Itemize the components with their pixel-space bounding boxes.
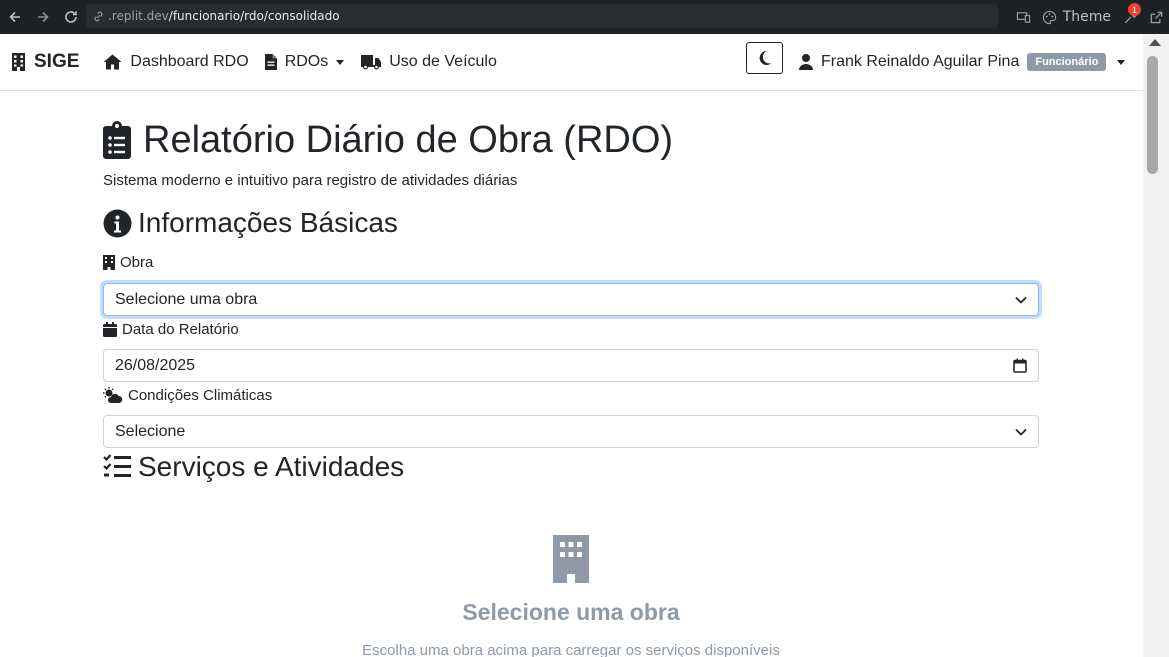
section-basic-info: Informações Básicas	[103, 206, 1039, 240]
list-check-icon	[103, 454, 131, 477]
palette-icon[interactable]	[1037, 0, 1063, 34]
browser-toolbar: .replit.dev/funcionario/rdo/consolidado …	[0, 0, 1169, 34]
empty-state-title: Selecione uma obra	[462, 599, 680, 625]
label-text: Condições Climáticas	[128, 386, 273, 404]
empty-state-text: Escolha uma obra acima para carregar os …	[362, 642, 780, 657]
section-services: Serviços e Atividades	[103, 451, 1039, 483]
climate-select-value: Selecione	[115, 422, 186, 440]
nav-uso-veiculo[interactable]: Uso de Veículo	[361, 53, 497, 71]
label-text: Data do Relatório	[122, 320, 239, 338]
page-title: Relatório Diário de Obra (RDO)	[103, 118, 1039, 162]
page-title-text: Relatório Diário de Obra (RDO)	[143, 118, 674, 161]
obra-select[interactable]: Selecione uma obra	[103, 283, 1039, 316]
nav-rdos-dropdown[interactable]: RDOs	[264, 53, 345, 71]
devices-icon[interactable]	[1011, 0, 1037, 34]
section-title-text: Informações Básicas	[138, 207, 398, 238]
obra-select-value: Selecione uma obra	[115, 290, 258, 308]
empty-state: Selecione uma obra Escolha uma obra acim…	[103, 535, 1039, 657]
url-host: .replit.dev	[108, 9, 169, 23]
home-icon	[103, 54, 122, 70]
caret-down-icon	[1117, 59, 1126, 65]
tools-icon[interactable]: 1	[1117, 0, 1143, 34]
url-path: /funcionario/rdo/consolidado	[168, 9, 340, 23]
date-input-value: 26/08/2025	[115, 356, 196, 374]
address-bar[interactable]: .replit.dev/funcionario/rdo/consolidado	[86, 4, 998, 28]
climate-select[interactable]: Selecione	[103, 415, 1039, 448]
building-icon	[553, 535, 589, 583]
section-title-text: Serviços e Atividades	[138, 451, 405, 482]
dark-mode-toggle[interactable]	[746, 42, 783, 74]
theme-button[interactable]: Theme	[1063, 9, 1111, 25]
scroll-up-arrow[interactable]	[1149, 39, 1161, 46]
user-icon	[799, 54, 813, 70]
nav-link-label: Dashboard RDO	[130, 53, 249, 70]
truck-icon	[361, 55, 382, 70]
brand-label: SIGE	[34, 51, 80, 72]
file-icon	[264, 54, 277, 70]
nav-dashboard-rdo[interactable]: Dashboard RDO	[103, 53, 249, 71]
climate-label: Condições Climáticas	[103, 386, 1039, 404]
role-badge: Funcionário	[1027, 53, 1107, 71]
obra-label: Obra	[103, 253, 1039, 271]
calendar-icon	[103, 321, 117, 337]
link-icon	[94, 11, 103, 21]
info-circle-icon	[103, 209, 132, 237]
chevron-down-icon	[1015, 428, 1027, 436]
notification-badge: 1	[1128, 3, 1141, 16]
date-input[interactable]: 26/08/2025	[103, 349, 1039, 382]
nav-link-label: Uso de Veículo	[389, 53, 497, 70]
scrollbar-thumb[interactable]	[1147, 56, 1158, 174]
building-icon	[12, 53, 25, 71]
caret-down-icon	[336, 59, 345, 65]
main-content: Relatório Diário de Obra (RDO) Sistema m…	[103, 91, 1039, 657]
forward-icon[interactable]	[30, 4, 56, 30]
clipboard-list-icon	[103, 121, 131, 159]
reload-icon[interactable]	[58, 4, 84, 30]
nav-link-label: RDOs	[284, 53, 329, 70]
date-label: Data do Relatório	[103, 320, 1039, 338]
open-external-icon[interactable]	[1143, 0, 1169, 34]
cloud-sun-icon	[103, 387, 123, 403]
page-subtitle: Sistema moderno e intuitivo para registr…	[103, 172, 518, 189]
building-icon	[103, 254, 115, 270]
back-icon[interactable]	[2, 4, 28, 30]
moon-icon	[759, 50, 771, 65]
label-text: Obra	[120, 253, 154, 271]
calendar-picker-icon[interactable]	[1013, 358, 1027, 373]
chevron-down-icon	[1015, 296, 1027, 304]
app-navbar: SIGE Dashboard RDO RDOs Uso de Veículo F…	[0, 34, 1143, 91]
page-scrollbar[interactable]	[1143, 34, 1169, 657]
user-name: Frank Reinaldo Aguilar Pina	[821, 53, 1020, 70]
user-menu[interactable]: Frank Reinaldo Aguilar Pina Funcionário	[799, 34, 1126, 90]
brand[interactable]: SIGE	[11, 51, 79, 73]
